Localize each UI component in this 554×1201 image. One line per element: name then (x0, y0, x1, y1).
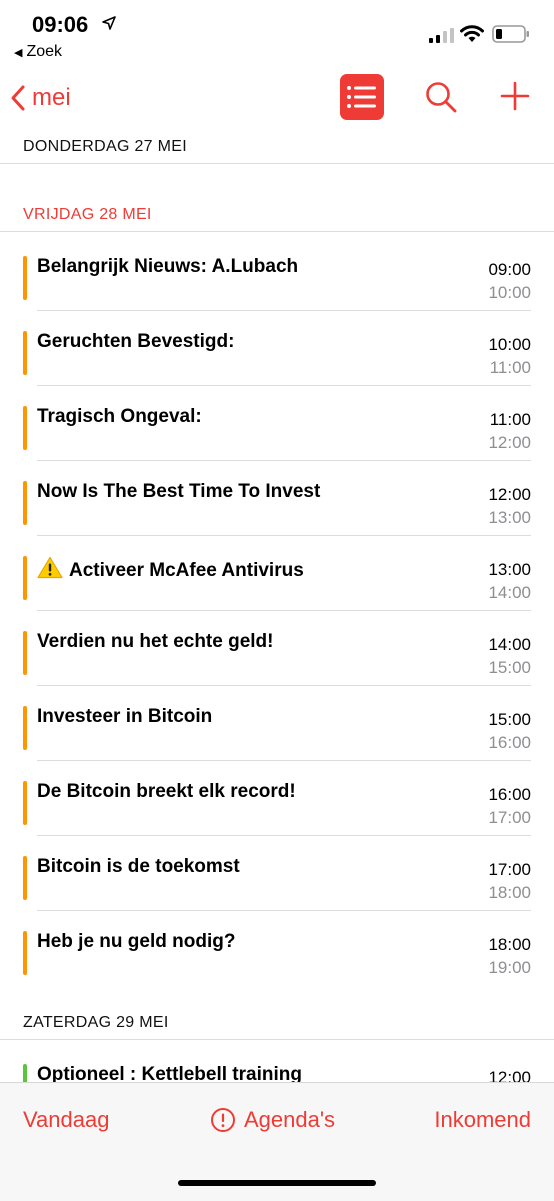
event-title: Activeer McAfee Antivirus (69, 560, 304, 581)
event-title: Tragisch Ongeval: (37, 406, 202, 427)
warning-icon (37, 556, 63, 579)
navigation-bar: mei (0, 66, 554, 130)
event-title: Bitcoin is de toekomst (37, 856, 240, 877)
event-start-time: 16:00 (488, 785, 531, 804)
event-row[interactable]: Verdien nu het echte geld! 14:00 15:00 (0, 611, 554, 686)
event-end-time: 17:00 (488, 808, 531, 827)
event-row[interactable]: Heb je nu geld nodig? 18:00 19:00 (0, 911, 554, 986)
event-row[interactable]: Now Is The Best Time To Invest 12:00 13:… (0, 461, 554, 536)
event-row[interactable]: Investeer in Bitcoin 15:00 16:00 (0, 686, 554, 761)
event-title: Geruchten Bevestigd: (37, 331, 235, 352)
status-bar: 09:06 ◀ Zoek (0, 0, 554, 66)
event-start-time: 11:00 (489, 410, 531, 429)
calendars-label: Agenda's (244, 1107, 336, 1132)
calendar-color-bar (23, 781, 27, 825)
event-start-time: 09:00 (488, 260, 531, 279)
back-to-month-button[interactable]: mei (10, 80, 71, 116)
event-title: Now Is The Best Time To Invest (37, 481, 321, 502)
today-button[interactable]: Vandaag (23, 1107, 109, 1133)
event-start-time: 10:00 (488, 335, 531, 354)
event-end-time: 15:00 (488, 658, 531, 677)
event-title: Verdien nu het echte geld! (37, 631, 274, 652)
day-header-today: VRIJDAG 28 MEI (0, 198, 554, 232)
event-start-time: 18:00 (488, 935, 531, 954)
calendar-color-bar (23, 931, 27, 975)
event-end-time: 11:00 (489, 358, 531, 377)
calendar-color-bar (23, 331, 27, 375)
event-title: Investeer in Bitcoin (37, 706, 213, 727)
battery-icon (492, 25, 529, 43)
event-end-time: 18:00 (488, 883, 531, 902)
calendar-color-bar (23, 556, 27, 600)
event-row[interactable]: Geruchten Bevestigd: 10:00 11:00 (0, 311, 554, 386)
back-triangle-icon: ◀ (14, 47, 23, 59)
event-title: De Bitcoin breekt elk record! (37, 781, 296, 802)
calendar-color-bar (23, 856, 27, 900)
location-arrow-icon (102, 16, 116, 30)
home-indicator[interactable] (178, 1180, 376, 1186)
event-start-time: 17:00 (488, 860, 531, 879)
event-title: Heb je nu geld nodig? (37, 931, 236, 952)
back-to-app-link[interactable]: ◀ Zoek (14, 43, 62, 61)
event-start-time: 12:00 (488, 1068, 531, 1082)
event-row[interactable]: De Bitcoin breekt elk record! 16:00 17:0… (0, 761, 554, 836)
calendar-color-bar (23, 256, 27, 300)
event-end-time: 16:00 (488, 733, 531, 752)
alert-circle-icon (211, 1108, 235, 1132)
day-header: ZATERDAG 29 MEI (0, 1006, 554, 1040)
day-header: DONDERDAG 27 MEI (0, 130, 554, 164)
event-start-time: 13:00 (488, 560, 531, 579)
event-title: Optioneel : Kettlebell training (37, 1064, 302, 1082)
back-app-label: Zoek (26, 43, 63, 60)
event-row[interactable]: Bitcoin is de toekomst 17:00 18:00 (0, 836, 554, 911)
calendar-color-bar (23, 406, 27, 450)
day-events: Belangrijk Nieuws: A.Lubach 09:00 10:00 … (0, 232, 554, 986)
event-end-time: 14:00 (488, 583, 531, 602)
event-list[interactable]: DONDERDAG 27 MEI VRIJDAG 28 MEI Belangri… (0, 130, 554, 1082)
event-end-time: 13:00 (488, 508, 531, 527)
chevron-left-icon (11, 85, 25, 111)
back-label: mei (32, 84, 71, 111)
calendar-color-bar (23, 1064, 27, 1082)
event-end-time: 19:00 (488, 958, 531, 977)
event-start-time: 14:00 (488, 635, 531, 654)
event-start-time: 15:00 (488, 710, 531, 729)
wifi-icon (460, 25, 484, 42)
cellular-signal-icon (429, 28, 454, 43)
event-end-time: 12:00 (488, 433, 531, 452)
event-row[interactable]: Tragisch Ongeval: 11:00 12:00 (0, 386, 554, 461)
calendar-color-bar (23, 706, 27, 750)
list-view-toggle-button[interactable] (340, 74, 384, 120)
calendars-button[interactable]: Agenda's (210, 1107, 335, 1133)
inbox-button[interactable]: Inkomend (434, 1107, 531, 1133)
event-row[interactable]: Optioneel : Kettlebell training 12:00 (0, 1044, 554, 1082)
event-end-time: 10:00 (488, 283, 531, 302)
status-time: 09:06 (32, 12, 89, 37)
calendar-color-bar (23, 481, 27, 525)
calendar-color-bar (23, 631, 27, 675)
event-start-time: 12:00 (488, 485, 531, 504)
day-events: Optioneel : Kettlebell training 12:00 (0, 1040, 554, 1082)
event-row[interactable]: Belangrijk Nieuws: A.Lubach 09:00 10:00 (0, 236, 554, 311)
event-title: Belangrijk Nieuws: A.Lubach (37, 256, 299, 277)
event-row[interactable]: Activeer McAfee Antivirus 13:00 14:00 (0, 536, 554, 611)
list-icon (347, 86, 376, 108)
add-event-icon[interactable] (499, 80, 531, 112)
search-icon[interactable] (424, 80, 458, 114)
event-title-with-icon: Activeer McAfee Antivirus (37, 556, 304, 582)
